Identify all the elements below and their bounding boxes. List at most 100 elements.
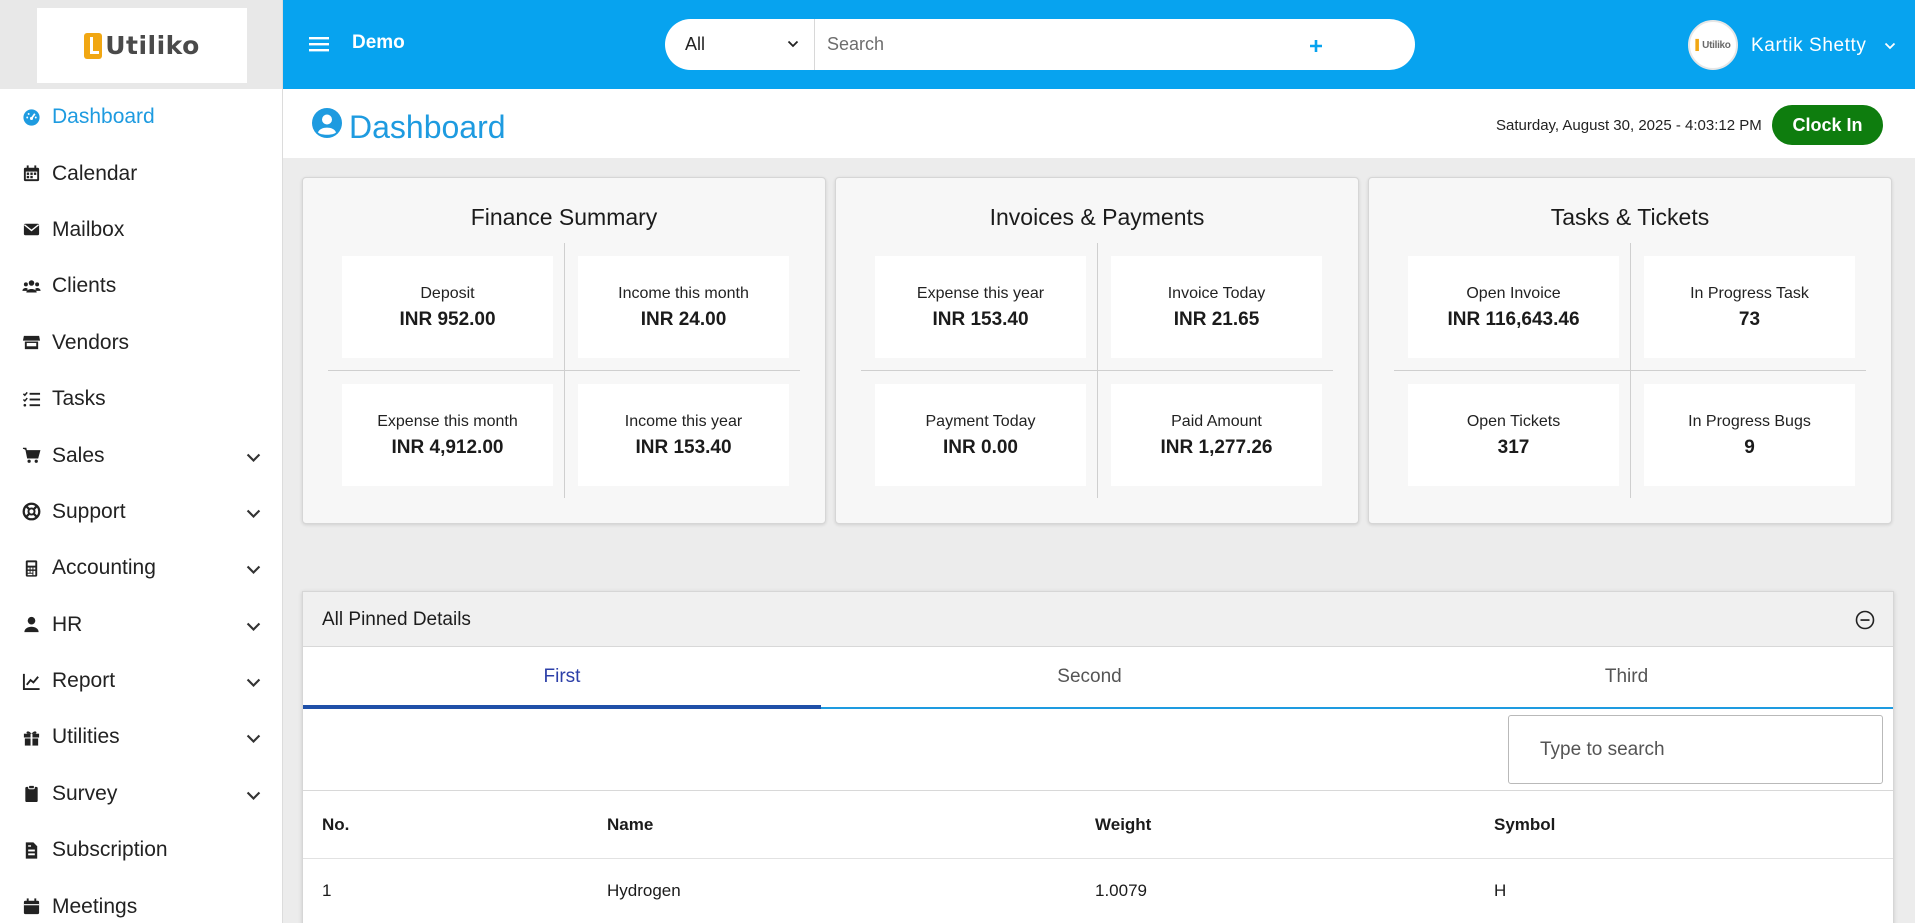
sidebar-item-calendar[interactable]: Calendar (0, 145, 282, 201)
workspace-name[interactable]: Demo (352, 32, 405, 54)
sidebar-item-label: Report (52, 669, 116, 693)
sidebar-item-utilities[interactable]: Utilities (0, 709, 282, 765)
tab-second[interactable]: Second (821, 647, 1358, 707)
stat-value: 9 (1744, 437, 1755, 458)
pinned-details-panel: All Pinned Details First Second Third No… (302, 591, 1894, 923)
stat-value: INR 116,643.46 (1447, 309, 1580, 330)
sidebar-nav: Dashboard Calendar Mailbox Clients Vendo… (0, 89, 282, 923)
cell-symbol: H (1494, 881, 1507, 900)
sidebar-item-clients[interactable]: Clients (0, 258, 282, 314)
stat-label: Income this month (618, 285, 749, 302)
logo-text: Utiliko (105, 31, 200, 60)
sidebar-item-meetings[interactable]: Meetings (0, 878, 282, 923)
brand-logo[interactable]: Utiliko (37, 8, 247, 83)
stat-value: INR 24.00 (640, 309, 727, 330)
tasks-icon (22, 391, 41, 407)
bell-icon[interactable] (1353, 33, 1379, 59)
collapse-icon[interactable] (1855, 610, 1875, 630)
sidebar-item-label: Support (52, 499, 126, 523)
add-icon[interactable] (1303, 33, 1329, 59)
divider (1394, 370, 1866, 371)
stat-deposit[interactable]: Deposit INR 952.00 (342, 256, 553, 358)
sidebar-item-dashboard[interactable]: Dashboard (0, 89, 282, 145)
stat-in-progress-task[interactable]: In Progress Task 73 (1644, 256, 1855, 358)
column-header-weight[interactable]: Weight (1095, 815, 1151, 835)
clock-in-button[interactable]: Clock In (1772, 105, 1883, 145)
stat-label: Expense this month (377, 413, 518, 430)
lifebuoy-icon (22, 502, 41, 521)
stat-open-invoice[interactable]: Open Invoice INR 116,643.46 (1408, 256, 1619, 358)
tab-third[interactable]: Third (1358, 647, 1895, 707)
current-datetime: Saturday, August 30, 2025 - 4:03:12 PM (1496, 117, 1762, 134)
stat-label: Invoice Today (1167, 285, 1266, 302)
avatar[interactable]: ▌Utiliko (1688, 20, 1738, 70)
divider (861, 370, 1333, 371)
sidebar-item-label: Meetings (52, 894, 138, 918)
search-scope-value: All (685, 34, 706, 54)
card-title: Tasks & Tickets (1550, 204, 1710, 230)
divider (328, 370, 800, 371)
column-header-no[interactable]: No. (322, 815, 349, 835)
sidebar-item-tasks[interactable]: Tasks (0, 371, 282, 427)
stat-label: Deposit (420, 285, 475, 302)
sidebar-item-label: Clients (52, 274, 117, 298)
chevron-down-icon (246, 678, 261, 688)
chevron-down-icon (246, 566, 261, 575)
sidebar-item-label: Accounting (52, 556, 156, 580)
table-row[interactable]: 1 Hydrogen 1.0079 H (303, 859, 1893, 923)
card-title: Finance Summary (470, 204, 658, 230)
logo-area: Utiliko (0, 0, 282, 89)
page-title: Dashboard (349, 109, 506, 145)
invoices-payments-card: Invoices & Payments Expense this year INR… (835, 177, 1359, 524)
stat-open-tickets[interactable]: Open Tickets 317 (1408, 384, 1619, 486)
calculator-icon (25, 560, 38, 577)
stat-expense-this-month[interactable]: Expense this month INR 4,912.00 (342, 384, 553, 486)
tasks-tickets-card: Tasks & Tickets Open Invoice INR 116,643.… (1368, 177, 1892, 524)
chevron-down-icon[interactable] (1883, 39, 1897, 53)
sidebar-item-survey[interactable]: Survey (0, 766, 282, 822)
stat-value: INR 153.40 (635, 437, 732, 458)
sidebar-item-label: Calendar (52, 161, 138, 185)
sidebar-item-vendors[interactable]: Vendors (0, 315, 282, 371)
stat-payment-today[interactable]: Payment Today INR 0.00 (875, 384, 1086, 486)
stat-value: INR 4,912.00 (391, 437, 504, 458)
sidebar-item-label: Sales (52, 443, 105, 467)
table-search-input[interactable] (1508, 715, 1883, 784)
user-circle-icon (312, 108, 342, 138)
help-icon[interactable] (1253, 33, 1279, 59)
sidebar-item-support[interactable]: Support (0, 484, 282, 540)
calendar-icon (23, 898, 40, 915)
search-scope-select[interactable]: All (665, 19, 815, 70)
hamburger-menu-icon[interactable] (308, 33, 330, 55)
column-header-symbol[interactable]: Symbol (1494, 815, 1555, 835)
sidebar-item-accounting[interactable]: Accounting (0, 540, 282, 596)
page-title-bar: Dashboard Saturday, August 30, 2025 - 4:… (283, 89, 1915, 158)
stat-paid-amount[interactable]: Paid Amount INR 1,277.26 (1111, 384, 1322, 486)
sidebar-item-mailbox[interactable]: Mailbox (0, 202, 282, 258)
stat-income-this-year[interactable]: Income this year INR 153.40 (578, 384, 789, 486)
sidebar-item-hr[interactable]: HR (0, 597, 282, 653)
chevron-down-icon (787, 40, 799, 48)
chevron-down-icon (246, 791, 261, 800)
column-header-name[interactable]: Name (607, 815, 653, 835)
sidebar-item-label: Subscription (52, 838, 168, 862)
stat-value: INR 0.00 (943, 437, 1018, 458)
calendar-icon (23, 165, 40, 182)
sidebar-item-subscription[interactable]: Subscription (0, 822, 282, 878)
stat-expense-this-year[interactable]: Expense this year INR 153.40 (875, 256, 1086, 358)
tab-first[interactable]: First (303, 647, 821, 707)
sidebar-item-sales[interactable]: Sales (0, 427, 282, 483)
user-icon (24, 617, 39, 633)
stat-income-this-month[interactable]: Income this month INR 24.00 (578, 256, 789, 358)
stat-value: INR 952.00 (399, 309, 496, 330)
user-name[interactable]: Kartik Shetty (1751, 35, 1867, 57)
sidebar-item-label: HR (52, 612, 83, 636)
avatar-logo: ▌Utiliko (1695, 39, 1731, 51)
sidebar-item-label: Mailbox (52, 217, 125, 241)
stat-in-progress-bugs[interactable]: In Progress Bugs 9 (1644, 384, 1855, 486)
stat-label: Payment Today (925, 413, 1036, 430)
stat-label: Paid Amount (1171, 413, 1262, 430)
stat-invoice-today[interactable]: Invoice Today INR 21.65 (1111, 256, 1322, 358)
chevron-down-icon (246, 622, 261, 631)
sidebar-item-report[interactable]: Report (0, 653, 282, 709)
